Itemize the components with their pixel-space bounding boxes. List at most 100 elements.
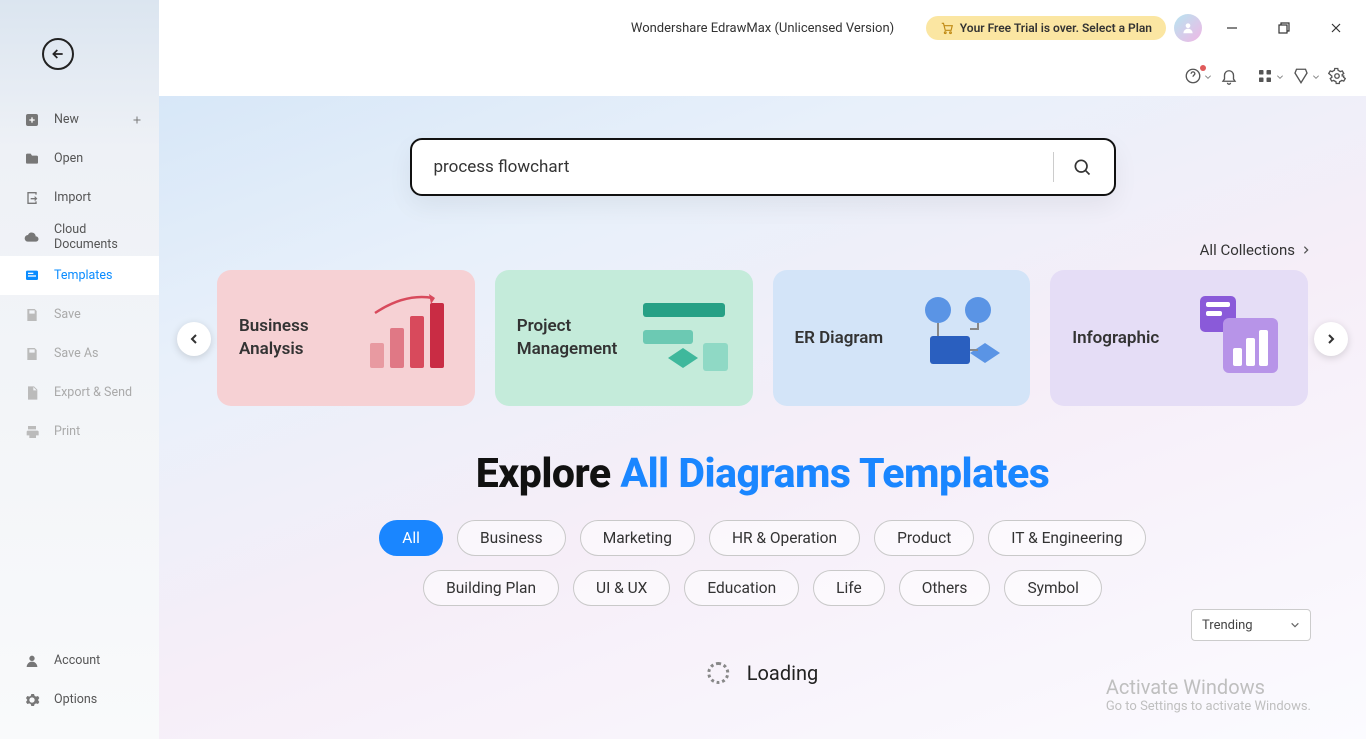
filter-pill-ui-ux[interactable]: UI & UX <box>573 570 670 606</box>
account-icon <box>24 653 40 669</box>
chevron-down-icon <box>1276 73 1284 81</box>
card-project-management[interactable]: Project Management <box>495 270 753 406</box>
sidebar-bottom: Account Options <box>0 641 159 739</box>
cart-icon <box>940 21 954 35</box>
filter-pill-it-engineering[interactable]: IT & Engineering <box>988 520 1145 556</box>
sidebar-item-open[interactable]: Open <box>0 139 159 178</box>
sidebar-item-templates[interactable]: Templates <box>0 256 159 295</box>
theme-button[interactable] <box>1292 67 1310 85</box>
chevron-left-icon <box>188 333 200 345</box>
windows-watermark: Activate Windows Go to Settings to activ… <box>1106 675 1311 714</box>
notification-dot-icon <box>1200 65 1206 71</box>
sidebar-item-label: Print <box>54 424 80 439</box>
gantt-icon <box>633 284 733 392</box>
sidebar-item-label: Save As <box>54 346 98 361</box>
print-icon <box>24 424 40 440</box>
search-box <box>410 138 1116 196</box>
card-title: Project Management <box>517 315 647 361</box>
card-title: Infographic <box>1072 327 1202 350</box>
templates-icon <box>24 268 40 284</box>
trial-banner[interactable]: Your Free Trial is over. Select a Plan <box>926 16 1166 40</box>
chevron-right-icon <box>1301 245 1311 255</box>
sidebar-item-label: New <box>54 112 79 127</box>
bell-button[interactable] <box>1220 67 1238 85</box>
loading-indicator: Loading <box>707 661 818 685</box>
filter-pill-building-plan[interactable]: Building Plan <box>423 570 559 606</box>
minimize-button[interactable] <box>1210 14 1254 42</box>
close-button[interactable] <box>1314 14 1358 42</box>
filter-pill-others[interactable]: Others <box>899 570 991 606</box>
sidebar-item-label: Save <box>54 307 81 322</box>
sidebar-item-print: Print <box>0 412 159 451</box>
export-icon <box>24 385 40 401</box>
sidebar-item-import[interactable]: Import <box>0 178 159 217</box>
card-er-diagram[interactable]: ER Diagram <box>773 270 1031 406</box>
sidebar-item-label: Options <box>54 692 97 707</box>
all-collections-link[interactable]: All Collections <box>1200 241 1311 259</box>
chevron-down-icon <box>1290 620 1300 630</box>
plus-square-icon <box>24 112 40 128</box>
sidebar-item-cloud[interactable]: Cloud Documents <box>0 217 159 256</box>
filter-pill-business[interactable]: Business <box>457 520 566 556</box>
settings-button[interactable] <box>1328 67 1346 85</box>
sidebar-item-label: Cloud Documents <box>54 222 143 252</box>
sidebar-item-label: Open <box>54 151 83 166</box>
filter-pill-life[interactable]: Life <box>813 570 885 606</box>
sidebar-item-label: Export & Send <box>54 385 132 400</box>
user-icon <box>1181 21 1195 35</box>
sidebar-item-label: Import <box>54 190 91 205</box>
chart-icon <box>355 284 455 392</box>
sidebar-nav: New Open Import Cloud Documents Template… <box>0 100 159 451</box>
card-infographic[interactable]: Infographic <box>1050 270 1308 406</box>
divider <box>1053 152 1054 182</box>
gear-icon <box>24 692 40 708</box>
category-cards: Business Analysis Project Management ER … <box>159 270 1366 408</box>
chevron-down-icon <box>1204 73 1212 81</box>
sidebar-item-save: Save <box>0 295 159 334</box>
sidebar-item-new[interactable]: New <box>0 100 159 139</box>
search-input[interactable] <box>434 157 1035 177</box>
chevron-down-icon <box>1312 73 1320 81</box>
card-business-analysis[interactable]: Business Analysis <box>217 270 475 406</box>
sidebar: New Open Import Cloud Documents Template… <box>0 0 159 739</box>
save-as-icon <box>24 346 40 362</box>
arrow-left-icon <box>50 46 66 62</box>
sidebar-item-account[interactable]: Account <box>0 641 159 680</box>
main-content: All Collections Business Analysis Projec… <box>159 96 1366 739</box>
titlebar: Wondershare EdrawMax (Unlicensed Version… <box>159 0 1366 56</box>
secondary-toolbar <box>159 56 1366 96</box>
filter-pills: All Business Marketing HR & Operation Pr… <box>159 520 1366 606</box>
window-title: Wondershare EdrawMax (Unlicensed Version… <box>631 21 894 36</box>
sidebar-item-options[interactable]: Options <box>0 680 159 719</box>
trial-text: Your Free Trial is over. Select a Plan <box>960 21 1152 35</box>
plus-icon[interactable] <box>131 114 143 126</box>
cards-prev-button[interactable] <box>177 322 211 356</box>
er-diagram-icon <box>910 284 1010 392</box>
help-button[interactable] <box>1184 67 1202 85</box>
folder-icon <box>24 151 40 167</box>
spinner-icon <box>707 662 729 684</box>
maximize-button[interactable] <box>1262 14 1306 42</box>
back-button[interactable] <box>42 38 74 70</box>
sidebar-item-label: Templates <box>54 268 112 283</box>
apps-button[interactable] <box>1256 67 1274 85</box>
explore-heading: Explore All Diagrams Templates <box>159 450 1366 498</box>
filter-pill-education[interactable]: Education <box>684 570 799 606</box>
save-icon <box>24 307 40 323</box>
filter-pill-marketing[interactable]: Marketing <box>580 520 695 556</box>
avatar[interactable] <box>1174 14 1202 42</box>
filter-pill-hr-operation[interactable]: HR & Operation <box>709 520 860 556</box>
sort-select[interactable]: Trending <box>1191 609 1311 641</box>
sidebar-item-label: Account <box>54 653 100 668</box>
card-title: Business Analysis <box>239 315 369 361</box>
search-button[interactable] <box>1072 157 1092 177</box>
card-title: ER Diagram <box>795 327 925 350</box>
filter-pill-product[interactable]: Product <box>874 520 974 556</box>
sidebar-item-save-as: Save As <box>0 334 159 373</box>
import-icon <box>24 190 40 206</box>
chevron-right-icon <box>1325 333 1337 345</box>
filter-pill-all[interactable]: All <box>379 520 443 556</box>
cloud-icon <box>24 229 40 245</box>
cards-next-button[interactable] <box>1314 322 1348 356</box>
filter-pill-symbol[interactable]: Symbol <box>1004 570 1101 606</box>
